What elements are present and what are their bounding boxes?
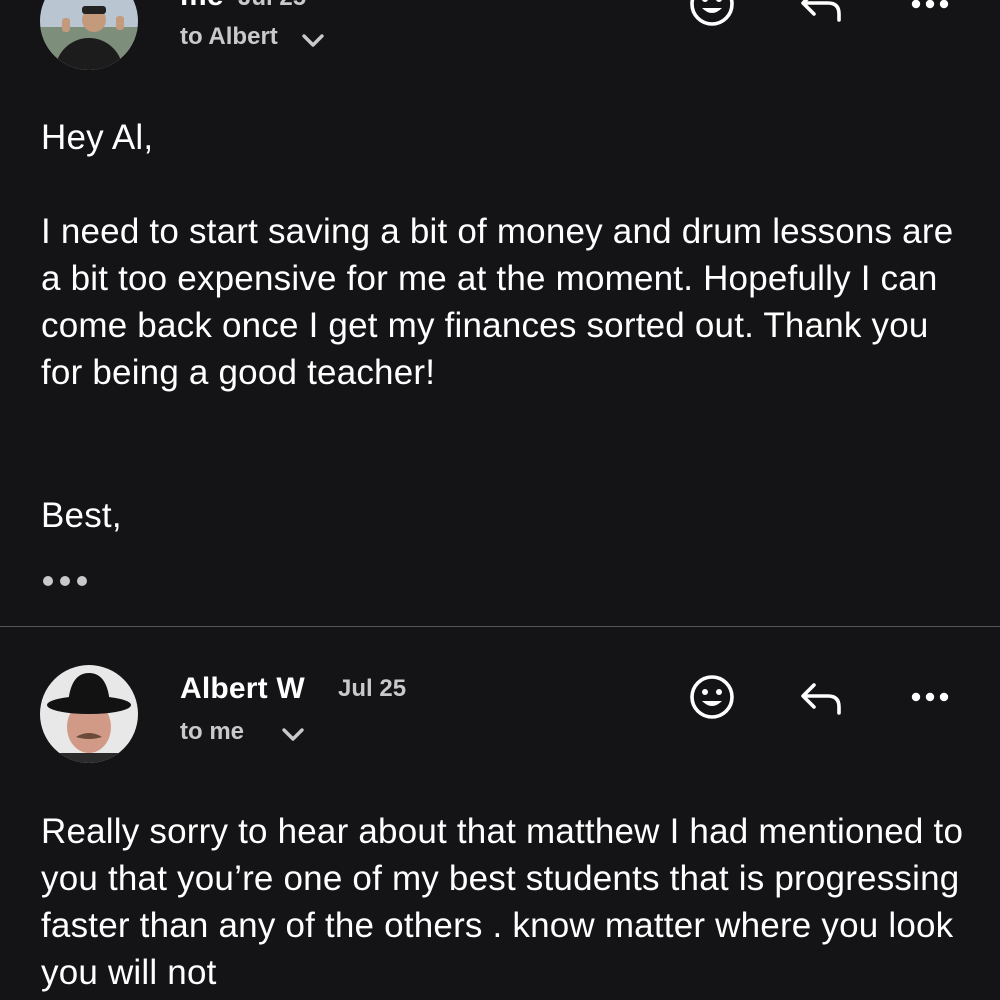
message-signoff: Best, <box>41 496 122 535</box>
more-options-icon[interactable] <box>904 671 956 723</box>
reply-icon[interactable] <box>796 671 848 723</box>
recipient-label[interactable]: to me <box>180 718 244 746</box>
message-date: Jul 25 <box>238 0 306 12</box>
ellipsis-icon[interactable] <box>42 571 88 591</box>
emoji-reaction-icon[interactable] <box>686 671 738 723</box>
message-date: Jul 25 <box>338 675 407 702</box>
sender-name: Albert W <box>180 672 305 705</box>
sender-avatar-albert[interactable] <box>40 665 138 763</box>
sender-name: me <box>180 0 224 13</box>
message-body: Really sorry to hear about that matthew … <box>41 812 964 992</box>
message-divider <box>0 626 1000 627</box>
recipient-label[interactable]: to Albert <box>180 23 278 51</box>
reply-icon[interactable] <box>796 0 848 30</box>
chevron-down-icon[interactable] <box>281 727 305 743</box>
email-thread-view: me Jul 25 to Albert Hey Al, I need to st… <box>0 0 1000 1000</box>
chevron-down-icon[interactable] <box>301 33 325 49</box>
more-options-icon[interactable] <box>904 0 956 30</box>
message-body: I need to start saving a bit of money an… <box>41 212 954 392</box>
sender-avatar-me[interactable] <box>40 0 138 70</box>
message-greeting: Hey Al, <box>41 118 154 157</box>
emoji-reaction-icon[interactable] <box>686 0 738 30</box>
